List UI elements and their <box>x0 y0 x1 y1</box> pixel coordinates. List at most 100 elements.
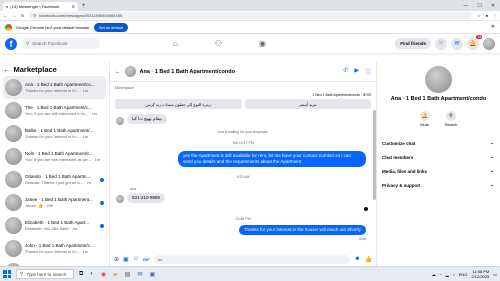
conversation-avatar <box>5 102 22 119</box>
volume-icon[interactable]: ♪ <box>453 272 455 277</box>
chat-panel: ← Ana · 1 Bed 1 Bath Apartment/condo ✆ ▶… <box>110 62 377 266</box>
emoji-icon[interactable]: ☻ <box>354 256 360 262</box>
section-chat-members[interactable]: Chat members ⌄ <box>377 150 500 164</box>
conversation-list: ← Marketplace Ana · 1 Bed 1 Bath Apartme… <box>0 62 110 266</box>
back-icon[interactable]: ← <box>115 69 121 75</box>
reload-icon[interactable]: ↻ <box>21 13 24 18</box>
search-label: Search <box>444 122 458 127</box>
conversation-item[interactable]: Nels · 1 Bed 1 Bath Apartment/c... You: I… <box>3 145 106 168</box>
chat-header: ← Ana · 1 Bed 1 Bath Apartment/condo ✆ ▶… <box>110 62 376 82</box>
browser-tab[interactable]: ● (13) Messenger | Facebook ✕ <box>3 2 78 11</box>
notifications-icon[interactable]: ▭ <box>493 272 497 277</box>
teams-icon[interactable]: ▣ <box>150 271 156 278</box>
plus-icon[interactable]: ⊕ <box>114 256 119 263</box>
facebook-logo-icon[interactable]: f <box>5 37 17 50</box>
notifications-bell-icon[interactable]: 🔔 13 <box>467 34 482 50</box>
groups-icon[interactable]: ◉ <box>259 39 266 48</box>
taskbar-search-input[interactable]: ⚲ Type here to search <box>16 269 74 279</box>
new-tab-button[interactable]: + <box>82 3 86 9</box>
conversation-details: Ana · 1 Bed 1 Bath Apartment/condo 🔔 Mute… <box>377 62 500 266</box>
conversation-item[interactable]: John · 1 Bed 1 Bath Apartment/c... Thanks… <box>3 237 106 260</box>
close-window-icon[interactable]: ✕ <box>491 3 495 9</box>
listing-info[interactable]: 1 Bed 1 Bath Apartment/condo · $700 <box>110 90 376 98</box>
minimize-icon[interactable]: — <box>463 3 468 9</box>
account-avatar[interactable] <box>483 37 495 50</box>
browser-menu-icon[interactable]: ⋮ <box>493 13 497 18</box>
info-icon[interactable]: ⓘ <box>365 67 371 76</box>
chat-title[interactable]: Ana · 1 Bed 1 Bath Apartment/condo <box>140 69 235 75</box>
sender-avatar <box>116 117 124 125</box>
conversation-item[interactable]: The · 1 Bed 1 Bath Apartment/c... You: If… <box>3 99 106 122</box>
maximize-icon[interactable]: ☐ <box>477 3 481 9</box>
like-icon[interactable]: 👍 <box>365 256 372 263</box>
message-input[interactable]: Aa <box>153 254 351 264</box>
conversation-item[interactable]: Orlando · 1 Bed 1 Bath Apartm... Orlando:… <box>3 168 106 191</box>
search-icon: ⚲ <box>446 111 456 121</box>
bookmark-star-icon[interactable]: ☆ <box>477 13 481 18</box>
section-media-files-links[interactable]: Media, files and links ⌄ <box>377 164 500 178</box>
store-icon[interactable]: ▤ <box>125 271 131 278</box>
search-in-chat-button[interactable]: ⚲ Search <box>444 111 458 127</box>
forward-icon[interactable]: → <box>12 13 16 18</box>
messenger-icon[interactable]: ✉ <box>451 37 463 50</box>
home-icon[interactable]: ⌂ <box>173 39 178 48</box>
language-indicator[interactable]: ENG <box>459 272 468 277</box>
profile-icon[interactable]: ● <box>486 13 488 18</box>
conversation-item[interactable]: Ana · 1 Bed 1 Bath Apartment/co... Thanks… <box>3 76 106 99</box>
chrome-icon[interactable]: ◉ <box>101 271 106 278</box>
back-arrow-icon[interactable]: ← <box>3 65 11 74</box>
gif-icon[interactable]: GIF <box>143 257 150 262</box>
conversation-text: Orlando · 1 Bed 1 Bath Apartm... Orlando:… <box>25 174 97 186</box>
contact-avatar[interactable] <box>425 66 452 93</box>
message-placeholder: Aa <box>157 256 163 262</box>
close-tab-icon[interactable]: ✕ <box>72 4 75 9</box>
marketplace-label: Marketplace <box>115 86 135 90</box>
facebook-search-input[interactable]: ⚲ Search Facebook <box>22 38 100 49</box>
chat-scrollbar[interactable] <box>373 110 376 200</box>
messenger-main: ← Marketplace Ana · 1 Bed 1 Bath Apartme… <box>0 62 500 266</box>
back-icon[interactable]: ← <box>3 13 7 18</box>
friends-icon[interactable]: ⚇ <box>215 39 222 48</box>
chat-avatar[interactable] <box>124 66 136 77</box>
sticker-icon[interactable]: ☺ <box>133 256 139 262</box>
conversation-item[interactable]: Elizabeth · 1 Bed 1 Bath Apart... Elizabe… <box>3 214 106 237</box>
edge-icon[interactable]: ◐ <box>90 271 94 278</box>
site-info-icon[interactable]: ⚲ <box>33 13 36 18</box>
phone-icon[interactable]: ✆ <box>343 67 348 76</box>
section-privacy-support[interactable]: Privacy & support ⌄ <box>377 178 500 192</box>
mail-icon[interactable]: ✉ <box>137 271 142 278</box>
conversation-avatar <box>5 194 22 211</box>
waiting-notice: Ana is waiting for your response. <box>217 130 269 134</box>
section-label: Privacy & support <box>382 182 421 188</box>
windows-start-icon[interactable] <box>3 270 11 278</box>
url-field[interactable]: ⚲ facebook.com/messages/t/92115953069844… <box>29 12 472 19</box>
menu-grid-icon[interactable]: ⁙ <box>435 37 447 50</box>
image-icon[interactable]: ▣ <box>123 256 129 263</box>
message-bubble-outgoing[interactable]: Thanks for your interest in the house! w… <box>238 225 366 235</box>
url-text: facebook.com/messages/t/9211595306984455 <box>39 13 123 18</box>
listing-action-button-1[interactable]: زمرة النوع إلى جعلون سندات زند كرس <box>115 99 242 109</box>
weather-icon[interactable]: ☁ <box>432 272 436 277</box>
clock[interactable]: 11:58 PM 2/12/2025 <box>471 269 489 279</box>
chevron-up-icon[interactable]: ^ <box>440 272 442 277</box>
network-icon[interactable]: ▂ <box>446 272 449 277</box>
message-bubble-incoming[interactable]: بيقام بهيج دنا كيا <box>127 114 167 124</box>
conversation-item[interactable]: Balbe · 1 Bed 1 Bath Apartment/... Thanks… <box>3 122 106 145</box>
section-customize-chat[interactable]: Customize chat ⌄ <box>377 136 500 150</box>
conversation-item[interactable]: Janee · 1 Bed 1 Bath Apartment... Janee: … <box>3 191 106 214</box>
set-default-button[interactable]: Set as default <box>93 22 129 32</box>
listing-action-button-2[interactable]: مزيد أينشر <box>244 99 371 109</box>
video-call-icon[interactable]: ▶ <box>354 67 359 76</box>
unread-dot <box>100 223 104 228</box>
close-infobar-icon[interactable]: ✕ <box>491 24 495 30</box>
message-bubble-outgoing[interactable]: yes the Apartment is still available for… <box>178 151 366 167</box>
contact-name: Ana · 1 Bed 1 Bath Apartment/condo <box>390 96 487 102</box>
task-view-icon[interactable]: ⧉ <box>79 271 83 278</box>
message-bubble-incoming[interactable]: 531-210-9885 <box>127 193 166 203</box>
notification-badge: 13 <box>476 34 482 39</box>
find-friends-button[interactable]: Find friends <box>395 38 431 49</box>
mute-button[interactable]: 🔔 Mute <box>419 111 430 127</box>
file-explorer-icon[interactable]: ▰ <box>113 271 118 278</box>
conversation-text: Ana · 1 Bed 1 Bath Apartment/co... Thanks… <box>25 82 104 94</box>
conversation-preview: Elizabeth: 402-264-4866 · 1w <box>25 225 78 231</box>
